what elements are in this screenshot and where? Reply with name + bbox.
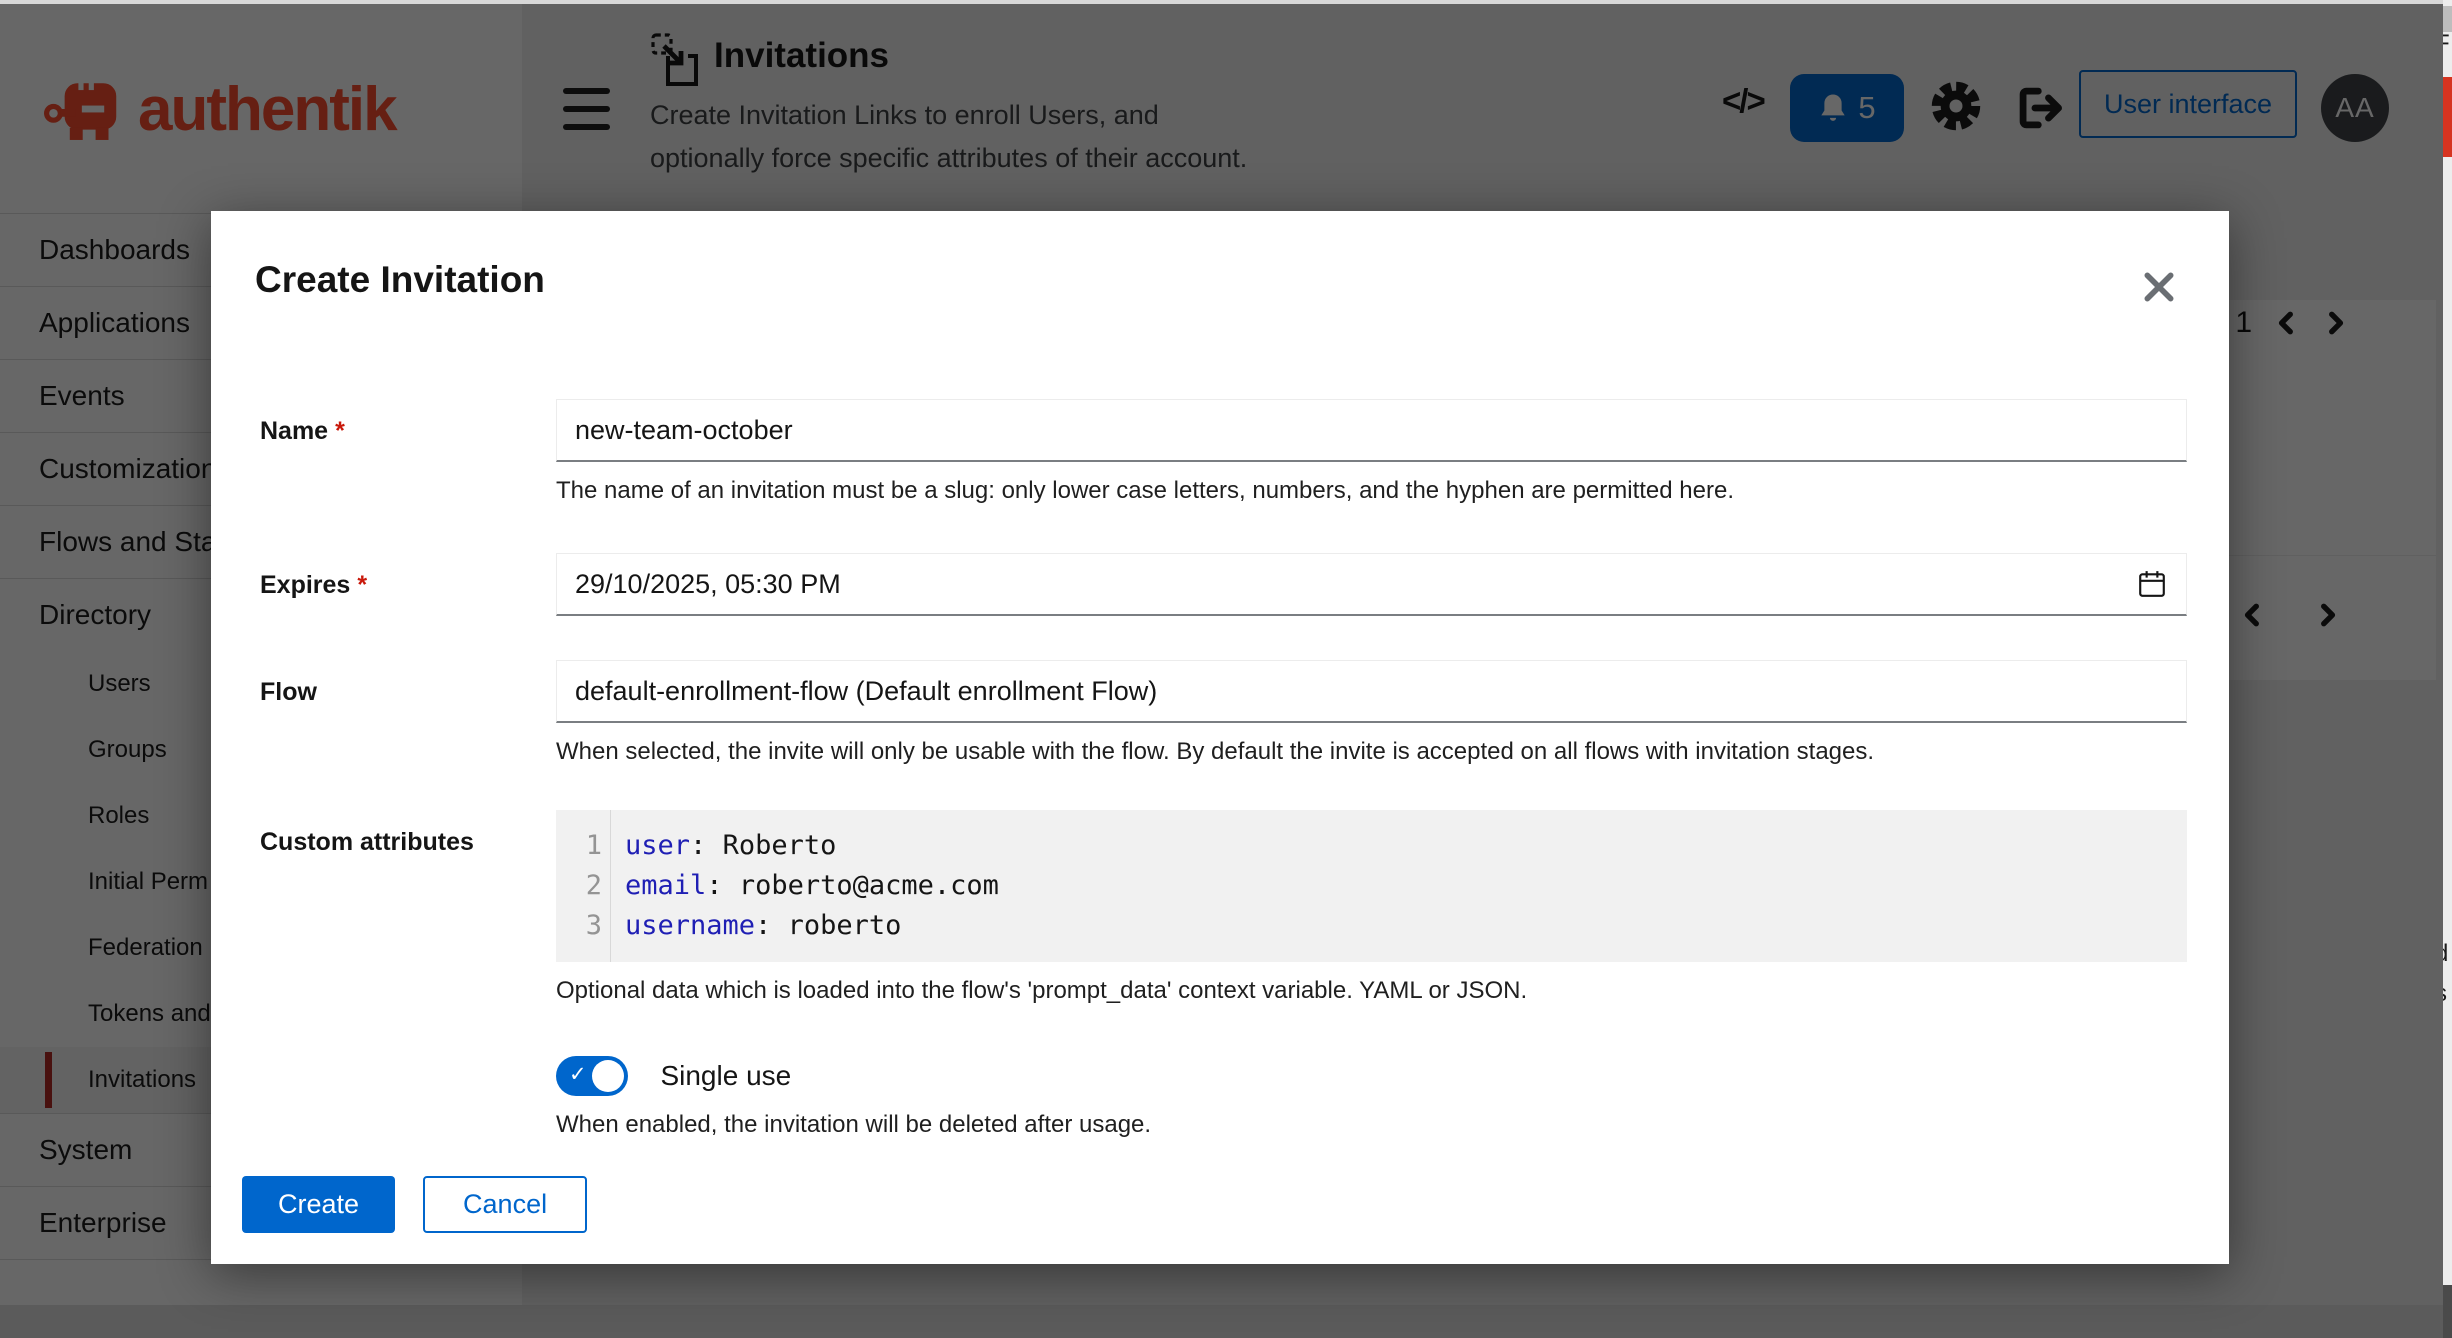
calendar-icon[interactable] bbox=[2137, 569, 2167, 599]
name-label: Name* bbox=[260, 399, 556, 506]
name-help-text: The name of an invitation must be a slug… bbox=[556, 476, 2187, 506]
single-use-spacer bbox=[260, 1056, 556, 1140]
create-invitation-modal: Create Invitation Name* The name of an i… bbox=[211, 211, 2229, 1264]
close-icon[interactable] bbox=[2139, 267, 2179, 307]
window-top-edge bbox=[0, 0, 2452, 4]
invitation-form: Name* The name of an invitation must be … bbox=[260, 399, 2187, 1140]
expires-label: Expires* bbox=[260, 553, 556, 616]
scrollbar-thumb[interactable] bbox=[2443, 6, 2452, 32]
expires-input[interactable] bbox=[556, 553, 2187, 616]
flow-help-text: When selected, the invite will only be u… bbox=[556, 737, 2187, 767]
yaml-code-editor[interactable]: 1 2 3 user: Roberto email: roberto@acme.… bbox=[556, 810, 2187, 962]
code-line: username: roberto bbox=[625, 906, 999, 946]
code-lines: user: Roberto email: roberto@acme.com us… bbox=[611, 810, 999, 962]
clipped-text-fragment: F bbox=[2443, 30, 2452, 58]
check-icon: ✓ bbox=[569, 1062, 587, 1087]
clipped-red-chip bbox=[2443, 77, 2452, 157]
app-window: authentik Dashboards Applications Events… bbox=[0, 0, 2452, 1338]
clipped-text-fragment: t bbox=[2443, 672, 2452, 700]
cancel-button[interactable]: Cancel bbox=[423, 1176, 587, 1233]
create-button[interactable]: Create bbox=[242, 1176, 395, 1233]
required-marker: * bbox=[357, 571, 367, 599]
clipped-text-fragment: s bbox=[2443, 980, 2452, 1008]
flow-field-row: Flow When selected, the invite will only… bbox=[260, 660, 2187, 767]
single-use-toggle[interactable]: ✓ bbox=[556, 1056, 628, 1096]
flow-label: Flow bbox=[260, 660, 556, 767]
toggle-knob bbox=[592, 1060, 624, 1092]
scrollbar-strip[interactable]: F i t d s bbox=[2443, 0, 2452, 1338]
single-use-row: ✓ Single use When enabled, the invitatio… bbox=[260, 1056, 2187, 1140]
required-marker: * bbox=[335, 417, 345, 445]
custom-attributes-row: Custom attributes 1 2 3 user: Roberto em… bbox=[260, 810, 2187, 1006]
modal-actions: Create Cancel bbox=[242, 1176, 587, 1233]
name-input[interactable] bbox=[556, 399, 2187, 462]
modal-title: Create Invitation bbox=[255, 259, 545, 301]
custom-attributes-label: Custom attributes bbox=[260, 810, 556, 1006]
clipped-text-fragment: d bbox=[2443, 940, 2452, 968]
single-use-label: Single use bbox=[660, 1060, 791, 1091]
code-line: email: roberto@acme.com bbox=[625, 866, 999, 906]
edge-dark-block bbox=[2443, 1285, 2452, 1338]
line-number-gutter: 1 2 3 bbox=[556, 810, 611, 962]
expires-field-row: Expires* bbox=[260, 553, 2187, 616]
name-field-row: Name* The name of an invitation must be … bbox=[260, 399, 2187, 506]
single-use-help-text: When enabled, the invitation will be del… bbox=[556, 1110, 2187, 1140]
flow-input[interactable] bbox=[556, 660, 2187, 723]
custom-attributes-help-text: Optional data which is loaded into the f… bbox=[556, 976, 2187, 1006]
clipped-text-fragment: i bbox=[2443, 160, 2452, 188]
code-line: user: Roberto bbox=[625, 826, 999, 866]
